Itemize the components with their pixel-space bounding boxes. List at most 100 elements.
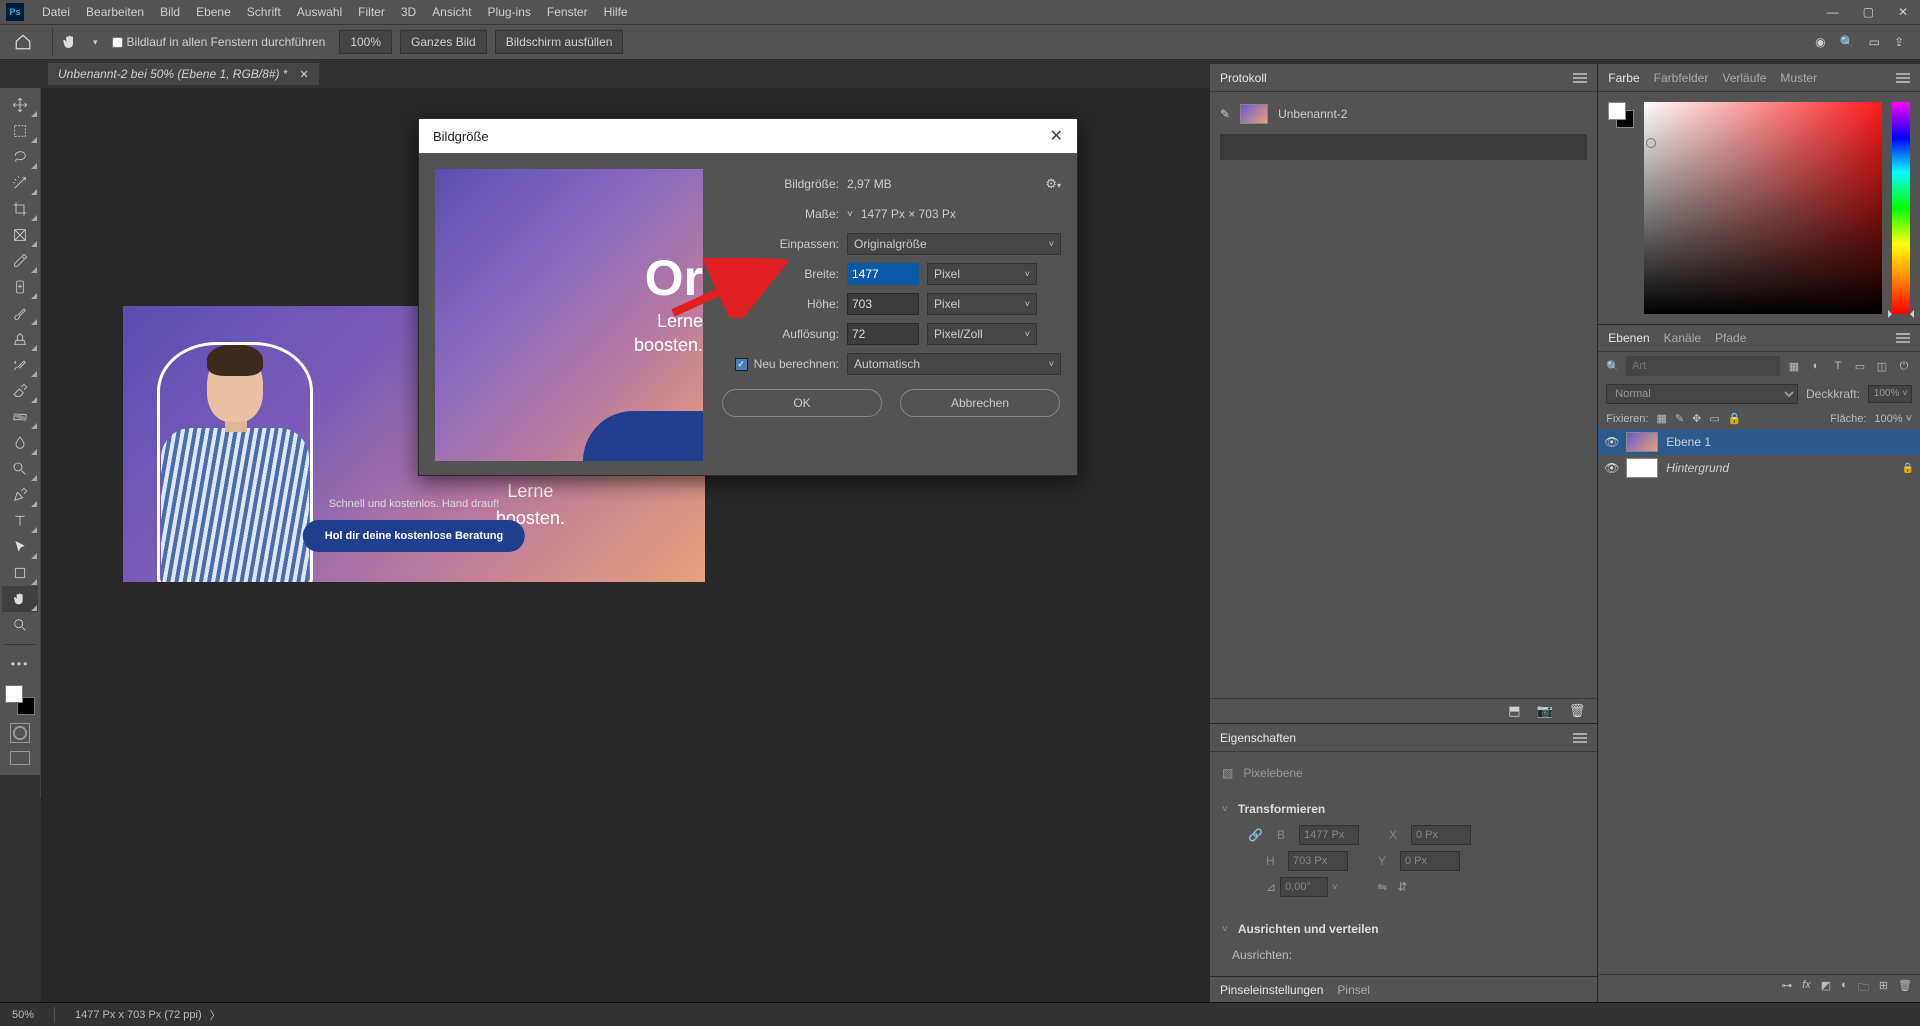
link-wh-icon[interactable]: 🔗 — [1248, 828, 1263, 842]
filter-type-icon[interactable]: T — [1830, 360, 1846, 372]
magic-wand-tool[interactable] — [2, 170, 38, 196]
home-icon[interactable] — [8, 27, 38, 57]
resample-checkbox[interactable]: ✓ — [735, 358, 748, 371]
channels-tab[interactable]: Kanäle — [1664, 331, 1701, 345]
fit-screen-button[interactable]: Bildschirm ausfüllen — [495, 30, 624, 54]
cancel-button[interactable]: Abbrechen — [900, 389, 1060, 417]
color-swatches[interactable] — [5, 685, 35, 715]
window-minimize-icon[interactable]: — — [1815, 5, 1851, 19]
menu-file[interactable]: Datei — [34, 5, 78, 19]
layer-fx-icon[interactable]: fx — [1802, 979, 1811, 998]
healing-brush-tool[interactable] — [2, 274, 38, 300]
flip-v-icon[interactable]: ⇵ — [1397, 880, 1407, 894]
menu-plugins[interactable]: Plug-ins — [480, 5, 539, 19]
dialog-titlebar[interactable]: Bildgröße ✕ — [419, 119, 1077, 153]
prop-height[interactable]: 703 Px — [1288, 851, 1348, 871]
menu-3d[interactable]: 3D — [393, 5, 424, 19]
close-tab-icon[interactable]: ✕ — [299, 68, 308, 81]
panel-menu-icon[interactable] — [1896, 71, 1910, 85]
path-select-tool[interactable] — [2, 534, 38, 560]
lock-all-icon[interactable]: 🔒 — [1728, 412, 1742, 425]
lock-brush-icon[interactable]: ✎ — [1675, 412, 1684, 425]
menu-image[interactable]: Bild — [152, 5, 188, 19]
gradients-tab[interactable]: Verläufe — [1722, 71, 1766, 85]
crop-tool[interactable] — [2, 196, 38, 222]
document-tab[interactable]: Unbenannt-2 bei 50% (Ebene 1, RGB/8#) * … — [48, 63, 319, 85]
gear-icon[interactable]: ⚙▾ — [1045, 176, 1061, 192]
status-zoom[interactable]: 50% — [12, 1009, 34, 1021]
hand-tool[interactable] — [2, 586, 38, 612]
trash-icon[interactable]: 🗑 — [1569, 703, 1586, 719]
history-brush-tool[interactable] — [2, 352, 38, 378]
layer-item[interactable]: 👁 Hintergrund 🔒 — [1598, 455, 1920, 481]
width-unit-dropdown[interactable]: Pixel˅ — [927, 263, 1037, 285]
status-doc-info[interactable]: 1477 Px x 703 Px (72 ppi) — [75, 1009, 202, 1021]
menu-filter[interactable]: Filter — [350, 5, 393, 19]
brushes-tab[interactable]: Pinsel — [1337, 983, 1370, 997]
edit-toolbar-icon[interactable]: ••• — [2, 651, 38, 677]
layer-item[interactable]: 👁 Ebene 1 — [1598, 429, 1920, 455]
eyedropper-tool[interactable] — [2, 248, 38, 274]
new-doc-from-state-icon[interactable]: ⬒ — [1508, 703, 1520, 719]
resample-dropdown[interactable]: Automatisch˅ — [847, 353, 1061, 375]
lock-pixels-icon[interactable]: ▦ — [1656, 412, 1666, 425]
zoom-100-button[interactable]: 100% — [339, 30, 392, 54]
filter-adjust-icon[interactable]: ◐ — [1808, 360, 1824, 372]
brush-settings-tab[interactable]: Pinseleinstellungen — [1220, 983, 1323, 997]
prop-width[interactable]: 1477 Px — [1299, 825, 1359, 845]
adjustment-layer-icon[interactable]: ◐ — [1841, 979, 1848, 998]
filter-smart-icon[interactable]: ◫ — [1874, 360, 1890, 373]
menu-window[interactable]: Fenster — [539, 5, 596, 19]
panel-menu-icon[interactable] — [1896, 331, 1910, 345]
pen-tool[interactable] — [2, 482, 38, 508]
resolution-unit-dropdown[interactable]: Pixel/Zoll˅ — [927, 323, 1037, 345]
clone-stamp-tool[interactable] — [2, 326, 38, 352]
layer-search-input[interactable] — [1626, 356, 1780, 376]
blend-mode-select[interactable]: Normal — [1606, 384, 1798, 404]
opacity-value[interactable]: 100% ˅ — [1868, 385, 1912, 403]
lock-artboard-icon[interactable]: ▭ — [1709, 412, 1719, 425]
fill-value[interactable]: 100% ˅ — [1874, 413, 1912, 425]
properties-tab[interactable]: Eigenschaften — [1220, 731, 1296, 745]
zoom-tool[interactable] — [2, 612, 38, 638]
marquee-tool[interactable] — [2, 118, 38, 144]
paths-tab[interactable]: Pfade — [1715, 331, 1746, 345]
panel-menu-icon[interactable] — [1573, 731, 1587, 745]
screen-mode-icon[interactable] — [10, 751, 30, 765]
ok-button[interactable]: OK — [722, 389, 882, 417]
brush-tool[interactable] — [2, 300, 38, 326]
blur-tool[interactable] — [2, 430, 38, 456]
gradient-tool[interactable] — [2, 404, 38, 430]
link-layers-icon[interactable]: ⊶ — [1781, 979, 1792, 998]
delete-layer-icon[interactable]: 🗑 — [1898, 979, 1912, 998]
visibility-icon[interactable]: 👁 — [1604, 461, 1618, 475]
panel-menu-icon[interactable] — [1573, 71, 1587, 85]
prop-align-header[interactable]: Ausrichten und verteilen — [1238, 922, 1379, 936]
color-field[interactable] — [1644, 102, 1882, 314]
height-unit-dropdown[interactable]: Pixel˅ — [927, 293, 1037, 315]
menu-help[interactable]: Hilfe — [596, 5, 636, 19]
new-layer-icon[interactable]: ⊞ — [1879, 979, 1888, 998]
move-tool[interactable] — [2, 92, 38, 118]
menu-select[interactable]: Auswahl — [289, 5, 350, 19]
frame-tool[interactable] — [2, 222, 38, 248]
resolution-input[interactable]: 72 — [847, 323, 919, 345]
fit-preset-dropdown[interactable]: Originalgröße˅ — [847, 233, 1061, 255]
height-input[interactable]: 703 — [847, 293, 919, 315]
hue-slider[interactable] — [1892, 102, 1910, 314]
cloud-docs-icon[interactable]: ◉ — [1815, 35, 1825, 49]
window-maximize-icon[interactable]: ▢ — [1851, 5, 1886, 19]
share-icon[interactable]: ⇪ — [1894, 35, 1904, 49]
scroll-all-windows-checkbox[interactable]: Bildlauf in allen Fenstern durchführen — [102, 35, 336, 49]
dialog-close-icon[interactable]: ✕ — [1050, 126, 1063, 146]
menu-type[interactable]: Schrift — [239, 5, 289, 19]
patterns-tab[interactable]: Muster — [1780, 71, 1817, 85]
color-tab[interactable]: Farbe — [1608, 71, 1639, 85]
type-tool[interactable] — [2, 508, 38, 534]
filter-toggle-icon[interactable]: ⏻ — [1896, 360, 1912, 373]
history-state[interactable] — [1220, 134, 1587, 160]
menu-edit[interactable]: Bearbeiten — [78, 5, 152, 19]
filter-shape-icon[interactable]: ▭ — [1852, 360, 1868, 373]
dodge-tool[interactable] — [2, 456, 38, 482]
fit-image-button[interactable]: Ganzes Bild — [400, 30, 487, 54]
